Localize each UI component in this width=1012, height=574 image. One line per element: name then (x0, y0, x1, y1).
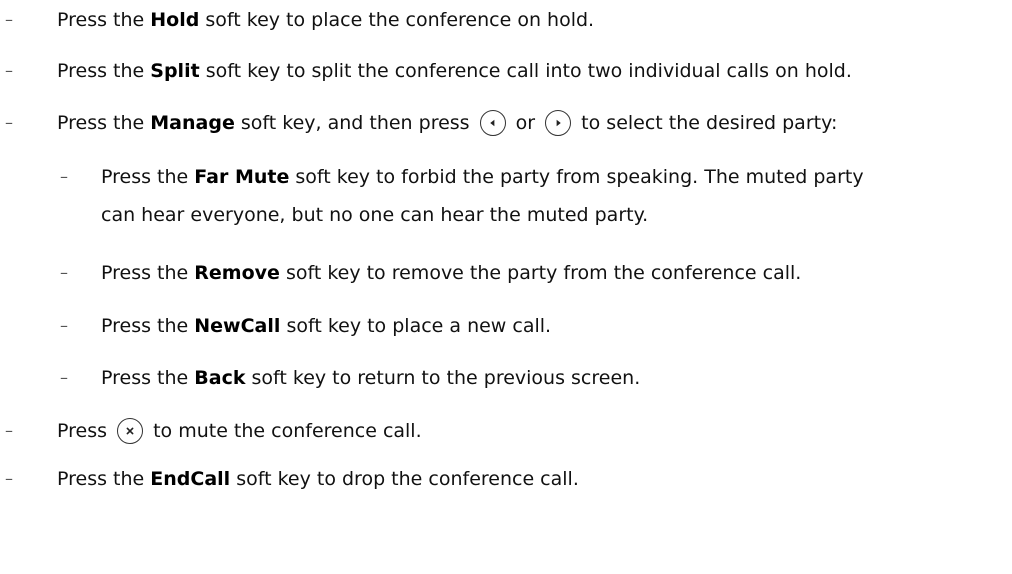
mute-key-icon (117, 417, 144, 444)
item-text: Press the EndCall soft key to drop the c… (57, 468, 579, 490)
softkey-split: Split (150, 60, 200, 82)
left-arrow-key-icon (479, 109, 506, 136)
bullet-dash: – (5, 113, 13, 132)
item-text: Press the Hold soft key to place the con… (57, 9, 595, 31)
item-text: Press the Remove soft key to remove the … (101, 262, 802, 284)
item-text: Press the Far Mute soft key to forbid th… (101, 166, 864, 188)
bullet-dash: – (5, 469, 13, 488)
bullet-dash: – (5, 421, 13, 440)
softkey-endcall: EndCall (150, 468, 231, 490)
softkey-far-mute: Far Mute (194, 166, 290, 188)
softkey-manage: Manage (150, 112, 235, 134)
bullet-dash: – (5, 10, 13, 29)
item-text: Press the NewCall soft key to place a ne… (101, 315, 552, 337)
item-text: Press the Back soft key to return to the… (101, 367, 641, 389)
softkey-remove: Remove (194, 262, 280, 284)
softkey-newcall: NewCall (194, 315, 281, 337)
bullet-dash: – (60, 263, 68, 282)
softkey-back: Back (194, 367, 246, 389)
right-arrow-key-icon (545, 109, 572, 136)
bullet-dash: – (5, 61, 13, 80)
item-text: Press to mute the conference call. (57, 415, 422, 447)
item-text-continued: can hear everyone, but no one can hear t… (101, 204, 649, 226)
softkey-hold: Hold (150, 9, 200, 31)
bullet-dash: – (60, 167, 68, 186)
item-text: Press the Manage soft key, and then pres… (57, 107, 837, 139)
bullet-dash: – (60, 316, 68, 335)
bullet-dash: – (60, 368, 68, 387)
item-text: Press the Split soft key to split the co… (57, 60, 852, 82)
